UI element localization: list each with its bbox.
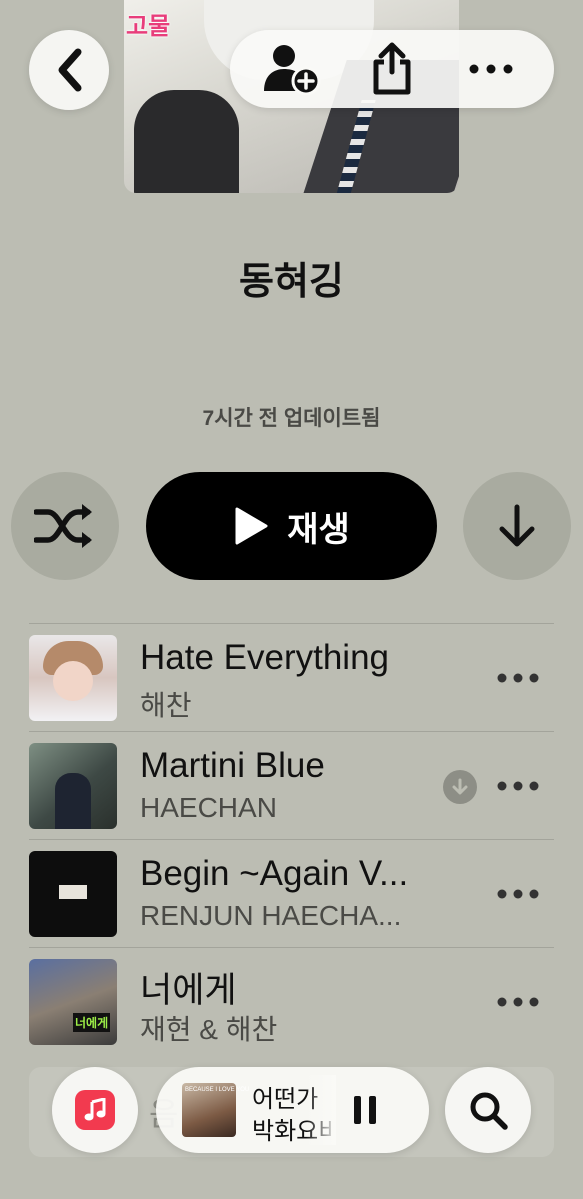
more-options-button[interactable] bbox=[461, 39, 521, 99]
song-title: Begin ~Again V... bbox=[140, 854, 409, 893]
ellipsis-icon bbox=[497, 781, 539, 791]
now-playing-art-caption: BECAUSE I LOVE YOU bbox=[185, 1087, 250, 1093]
chevron-left-icon bbox=[58, 48, 82, 92]
back-button[interactable] bbox=[29, 30, 109, 110]
album-art bbox=[29, 851, 117, 937]
list-item[interactable]: Martini Blue HAECHAN bbox=[29, 731, 554, 839]
album-art: 너에게 bbox=[29, 959, 117, 1045]
playlist-title: 동혀깅 bbox=[239, 261, 344, 303]
shuffle-button[interactable] bbox=[11, 472, 119, 580]
song-more-button[interactable] bbox=[496, 660, 540, 696]
song-list: Hate Everything 해찬 Martini Blue HAECHAN … bbox=[29, 623, 554, 1055]
ellipsis-icon bbox=[497, 997, 539, 1007]
downloaded-icon bbox=[443, 770, 477, 804]
top-actions-pill bbox=[230, 30, 554, 108]
pause-icon bbox=[354, 1096, 376, 1124]
ellipsis-icon bbox=[497, 889, 539, 899]
music-library-button[interactable] bbox=[52, 1067, 138, 1153]
music-note-icon bbox=[75, 1090, 115, 1130]
song-title: Martini Blue bbox=[140, 746, 325, 785]
song-artist: 재현 & 해찬 bbox=[140, 1014, 278, 1045]
list-item[interactable]: Begin ~Again V... RENJUN HAECHA... bbox=[29, 839, 554, 947]
shuffle-icon bbox=[34, 504, 92, 548]
song-title: 너에게 bbox=[140, 971, 237, 1010]
ellipsis-icon bbox=[497, 673, 539, 683]
ellipsis-icon bbox=[469, 64, 513, 74]
song-artist: RENJUN HAECHA... bbox=[140, 900, 402, 931]
list-item[interactable]: Hate Everything 해찬 bbox=[29, 623, 554, 731]
song-more-button[interactable] bbox=[496, 984, 540, 1020]
song-title: Hate Everything bbox=[140, 638, 390, 677]
share-icon bbox=[373, 42, 411, 95]
play-icon bbox=[235, 507, 268, 545]
share-button[interactable] bbox=[362, 39, 422, 99]
pause-button[interactable] bbox=[348, 1093, 382, 1127]
download-arrow-icon bbox=[499, 504, 535, 547]
download-playlist-button[interactable] bbox=[463, 472, 571, 580]
play-button[interactable]: 재생 bbox=[146, 472, 437, 580]
updated-timestamp: 7시간 전 업데이트됨 bbox=[202, 407, 381, 430]
album-art-tag: 너에게 bbox=[73, 1013, 111, 1032]
song-artist: HAECHAN bbox=[140, 792, 277, 823]
song-artist: 해찬 bbox=[140, 690, 192, 721]
search-button[interactable] bbox=[445, 1067, 531, 1153]
person-add-icon bbox=[264, 45, 321, 95]
play-button-label: 재생 bbox=[287, 510, 350, 549]
add-collaborator-button[interactable] bbox=[263, 39, 323, 99]
album-art bbox=[29, 743, 117, 829]
cover-caption: 고물 bbox=[126, 13, 171, 40]
list-item[interactable]: 너에게 너에게 재현 & 해찬 bbox=[29, 947, 554, 1055]
song-more-button[interactable] bbox=[496, 768, 540, 804]
mini-player[interactable]: BECAUSE I LOVE YOU 어떤가 박화요비 bbox=[156, 1067, 429, 1153]
now-playing-art: BECAUSE I LOVE YOU bbox=[182, 1083, 249, 1137]
album-art bbox=[29, 635, 117, 721]
song-more-button[interactable] bbox=[496, 876, 540, 912]
magnifier-icon bbox=[470, 1092, 508, 1130]
